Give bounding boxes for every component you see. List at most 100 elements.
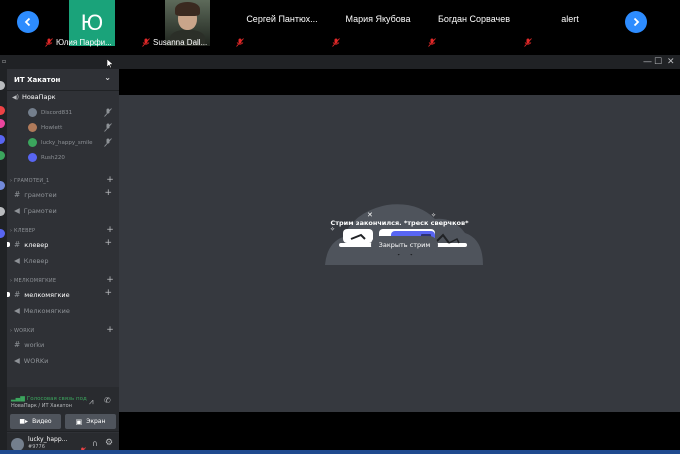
voice-connection-panel: ▂▄▆ Голосовая связь под НоваПарк / ИТ Ха… (7, 387, 119, 432)
camera-icon: ■▸ (19, 418, 29, 425)
zoom-participant-strip: Ю Юлия Парфи... Susanna Dall... Сергей П… (0, 0, 680, 50)
server-icon[interactable] (0, 229, 5, 238)
minimize-button[interactable]: — (643, 56, 652, 68)
avatar (28, 108, 37, 117)
speaker-icon: ◀ (14, 256, 20, 265)
server-icon[interactable] (0, 207, 5, 216)
gear-icon[interactable]: ⚙ (105, 438, 113, 448)
channel-name: workи (24, 340, 45, 349)
close-stream-button[interactable]: Закрыть стрим (371, 236, 438, 254)
add-member-icon[interactable]: + (104, 188, 112, 198)
hash-icon: # (14, 340, 21, 349)
participant-tile[interactable]: Мария Якубова (330, 0, 426, 50)
hash-icon: # (14, 190, 21, 199)
voice-user[interactable]: Rush220 (28, 153, 112, 162)
mic-muted-icon (236, 38, 244, 47)
category-header[interactable]: › МЕЛКОМЯГКИЕ + (10, 275, 114, 285)
chevron-down-icon: ⌄ (104, 73, 111, 82)
channel-item[interactable]: ◀ WORKи (14, 356, 112, 365)
channel-name: WORKи (23, 356, 49, 365)
unread-indicator (7, 242, 10, 247)
avatar (28, 138, 37, 147)
voice-channel[interactable]: ◀) НоваПарк (12, 93, 56, 101)
mic-muted-icon (104, 123, 112, 132)
participant-tile[interactable]: Богдан Сорвачев (426, 0, 522, 50)
voice-user-name: Howlett (41, 124, 63, 131)
headphones-icon[interactable]: ∩ (92, 439, 98, 448)
screen-share-button[interactable]: ▣ Экран (65, 414, 116, 429)
participant-tile[interactable]: Susanna Dall... (140, 0, 234, 50)
voice-user[interactable]: Howlett (28, 123, 112, 132)
next-page-button[interactable] (625, 11, 647, 33)
channel-item[interactable]: # workи (14, 340, 112, 349)
server-icon[interactable] (0, 119, 5, 128)
voice-user-name: Rush220 (41, 154, 65, 161)
video-button[interactable]: ■▸ Видео (10, 414, 61, 429)
mic-muted-icon (524, 38, 532, 47)
category-name: › WORKИ (10, 328, 35, 334)
voice-user[interactable]: Discord831 (28, 108, 112, 117)
participant-tile[interactable]: Ю Юлия Парфи... (40, 0, 140, 50)
mic-muted-icon (428, 38, 436, 47)
close-window-button[interactable]: ✕ (667, 56, 675, 68)
participant-name: Юлия Парфи... (56, 38, 112, 47)
channel-item[interactable]: ◀ Мелкомягкие (14, 306, 112, 315)
signal-icon: ▂▄▆ (11, 395, 25, 402)
add-channel-icon[interactable]: + (106, 225, 114, 235)
category-header[interactable]: › ГРАМОТЕИ_1 + (10, 175, 114, 185)
add-channel-icon[interactable]: + (106, 325, 114, 335)
participant-tile[interactable]: alert (522, 0, 618, 50)
add-member-icon[interactable]: + (104, 238, 112, 248)
category-header[interactable]: › КЛЕВЕР + (10, 225, 114, 235)
participant-name: Мария Якубова (345, 14, 411, 24)
svg-text:✧: ✧ (431, 212, 436, 219)
screen: Ю Юлия Парфи... Susanna Dall... Сергей П… (0, 0, 680, 454)
participant-tile[interactable]: Сергей Пантюх... (234, 0, 330, 50)
mic-muted-icon (332, 38, 340, 47)
prev-page-button[interactable] (17, 11, 39, 33)
taskbar-edge (0, 450, 680, 454)
server-icon[interactable] (0, 151, 5, 160)
voice-status-text: Голосовая связь под (26, 395, 87, 402)
maximize-button[interactable]: ☐ (654, 56, 662, 68)
server-icon[interactable] (0, 135, 5, 144)
speaker-icon: ◀ (14, 356, 20, 365)
video-label: Видео (32, 418, 52, 425)
add-member-icon[interactable]: + (104, 288, 112, 298)
add-channel-icon[interactable]: + (106, 275, 114, 285)
category-header[interactable]: › WORKИ + (10, 325, 114, 335)
server-header[interactable]: ИТ Хакатон ⌄ (7, 69, 119, 91)
mic-muted-icon (104, 138, 112, 147)
channel-item[interactable]: ◀ Грамотеи (14, 206, 112, 215)
noise-suppression-icon[interactable]: ⩘ (89, 397, 94, 407)
voice-status[interactable]: ▂▄▆ Голосовая связь под (11, 395, 87, 402)
title-bar: ▫ — ☐ ✕ (0, 55, 680, 69)
channel-name: мелкомягкие (24, 290, 70, 299)
channel-item[interactable]: # клевер + (7, 238, 112, 249)
channel-name: Клевер (23, 256, 49, 265)
voice-user[interactable]: lucky_happy_smile (28, 138, 112, 147)
server-rail (0, 69, 7, 454)
channel-item[interactable]: ◀ Клевер (14, 256, 112, 265)
channel-item[interactable]: # грамотеи + (14, 188, 112, 199)
mic-muted-icon (45, 38, 53, 47)
add-channel-icon[interactable]: + (106, 175, 114, 185)
server-icon[interactable] (0, 106, 5, 115)
cricket-illustration: ✕ ✧ ✧ (325, 204, 483, 265)
stream-ended-message: Стрим закончился. *треск сверчков* (330, 219, 469, 227)
hash-icon: # (14, 240, 21, 249)
user-name[interactable]: lucky_happ... (28, 436, 67, 443)
mic-muted-icon (142, 38, 150, 47)
screen-label: Экран (86, 418, 106, 425)
voice-location[interactable]: НоваПарк / ИТ Хакатон (11, 403, 72, 409)
svg-text:✧: ✧ (330, 226, 335, 233)
server-icon[interactable] (0, 81, 5, 90)
window-icon: ▫ (2, 58, 7, 65)
screen-icon: ▣ (75, 417, 83, 426)
channel-item[interactable]: # мелкомягкие + (7, 288, 112, 299)
participant-name: Сергей Пантюх... (246, 14, 318, 24)
chevron-left-icon (24, 17, 31, 27)
server-icon[interactable] (0, 181, 5, 190)
disconnect-icon[interactable]: ✆ (104, 396, 111, 405)
channel-sidebar: ИТ Хакатон ⌄ ◀) НоваПарк Discord831 Howl… (7, 69, 119, 454)
